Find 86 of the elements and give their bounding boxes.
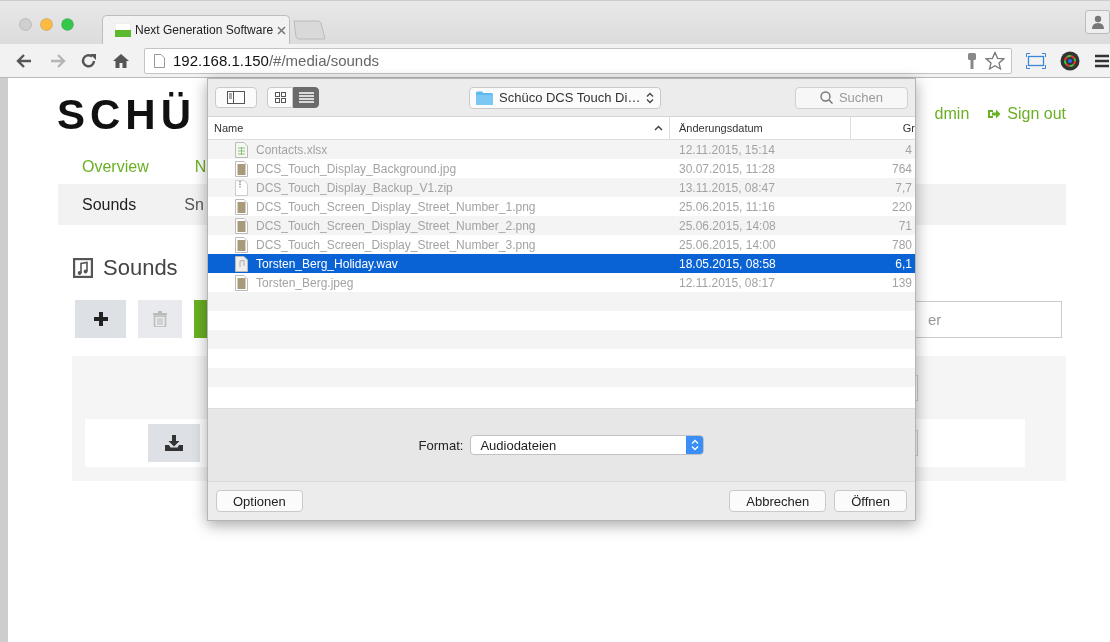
search-icon	[819, 91, 833, 104]
sub-nav-tab[interactable]: Sounds	[82, 195, 137, 214]
file-name: DCS_Touch_Screen_Display_Street_Number_1.png	[256, 199, 536, 214]
file-size: 7,7	[894, 180, 913, 195]
file-size: 220	[890, 199, 913, 214]
view-mode-button[interactable]	[267, 87, 293, 108]
open-button[interactable]: Öffnen	[834, 490, 907, 512]
url-text: 192.168.1.150/#/media/sounds	[173, 52, 379, 69]
window-control-icon	[61, 18, 74, 31]
location-popup[interactable]: Schüco DCS Touch Di…	[469, 86, 661, 109]
download-button[interactable]	[148, 424, 200, 462]
sidebar-toggle-button[interactable]	[215, 87, 257, 108]
window-control-icon	[40, 18, 53, 31]
image-file-icon	[235, 198, 248, 215]
archive-file-icon	[235, 179, 248, 196]
sub-nav-tab[interactable]: Sn	[184, 195, 204, 214]
column-header[interactable]: Gr	[851, 117, 915, 139]
address-bar[interactable]: 192.168.1.150/#/media/sounds	[144, 47, 1012, 74]
page-icon	[154, 53, 165, 68]
download-icon	[165, 435, 183, 451]
grid-icon	[274, 92, 286, 103]
person-icon	[1090, 15, 1105, 29]
column-header[interactable]: Änderungsdatum	[670, 117, 851, 139]
file-date: 18.05.2015, 08:58	[678, 256, 777, 271]
file-size: 71	[897, 218, 913, 233]
options-button[interactable]: Optionen	[216, 490, 303, 512]
image-file-icon	[235, 160, 248, 177]
column-header[interactable]: Name	[208, 117, 670, 139]
file-name: Torsten_Berg.jpeg	[256, 275, 354, 290]
folder-icon	[476, 90, 493, 105]
audio-file-icon	[235, 255, 248, 272]
file-date: 25.06.2015, 14:08	[678, 218, 777, 233]
new-tab-icon	[292, 20, 326, 40]
music-note-icon	[73, 258, 93, 278]
color-wheel-icon	[1060, 50, 1080, 71]
menu-icon[interactable]	[1094, 53, 1110, 68]
trash-icon	[153, 311, 167, 327]
plus-icon	[93, 312, 108, 326]
sign-out-label: Sign out	[1007, 105, 1066, 123]
sort-ascending-icon	[654, 125, 663, 131]
file-date: 12.11.2015, 08:17	[678, 275, 776, 290]
tab-title: Next Generation Software	[135, 23, 274, 37]
format-select[interactable]: Audiodateien	[470, 435, 705, 455]
spreadsheet-file-icon	[235, 141, 248, 158]
file-size: 764	[890, 161, 913, 176]
reload-icon[interactable]	[80, 51, 98, 70]
file-date: 12.11.2015, 15:14	[678, 142, 776, 157]
close-icon	[277, 25, 287, 35]
favicon-icon	[115, 23, 131, 37]
file-name: Torsten_Berg_Holiday.wav	[256, 256, 398, 271]
screen-icon	[1026, 52, 1046, 69]
file-row[interactable]: Torsten_Berg_Holiday.wav 18.05.2015, 08:58 6,1	[208, 254, 915, 273]
image-file-icon	[235, 217, 248, 234]
file-name: DCS_Touch_Display_Background.jpg	[256, 161, 457, 176]
logo: SCHÜ	[57, 91, 196, 139]
stepper-icon	[690, 439, 699, 451]
sidebar-icon	[227, 91, 245, 104]
file-name: DCS_Touch_Display_Backup_V1.zip	[256, 180, 453, 195]
home-icon[interactable]	[112, 51, 130, 70]
cancel-button[interactable]: Abbrechen	[729, 490, 827, 512]
view-mode-button[interactable]	[293, 87, 319, 108]
file-size: 4	[904, 142, 913, 157]
file-size: 139	[890, 275, 913, 290]
profile-button[interactable]	[1085, 10, 1110, 34]
key-icon	[967, 51, 977, 70]
back-icon[interactable]	[16, 51, 34, 70]
file-name: DCS_Touch_Screen_Display_Street_Number_2.png	[256, 218, 536, 233]
file-date: 13.11.2015, 08:47	[678, 180, 776, 195]
add-button[interactable]	[75, 300, 126, 338]
file-size: 6,1	[894, 256, 913, 271]
star-icon	[985, 50, 1005, 71]
file-size: 780	[890, 237, 913, 252]
sign-out-icon	[987, 108, 1002, 120]
list-icon	[298, 92, 314, 103]
image-file-icon	[235, 274, 248, 291]
browser-tab[interactable]: Next Generation Software	[102, 15, 290, 44]
file-date: 25.06.2015, 14:00	[678, 237, 777, 252]
file-date: 30.07.2015, 11:28	[678, 161, 776, 176]
page-heading: Sounds	[103, 255, 178, 281]
image-file-icon	[235, 236, 248, 253]
file-name: DCS_Touch_Screen_Display_Street_Number_3.png	[256, 237, 536, 252]
format-label: Format:	[418, 437, 464, 453]
file-date: 25.06.2015, 11:16	[678, 199, 776, 214]
window-control-icon	[19, 18, 32, 31]
stepper-icon	[646, 91, 655, 104]
file-name: Contacts.xlsx	[256, 142, 328, 157]
